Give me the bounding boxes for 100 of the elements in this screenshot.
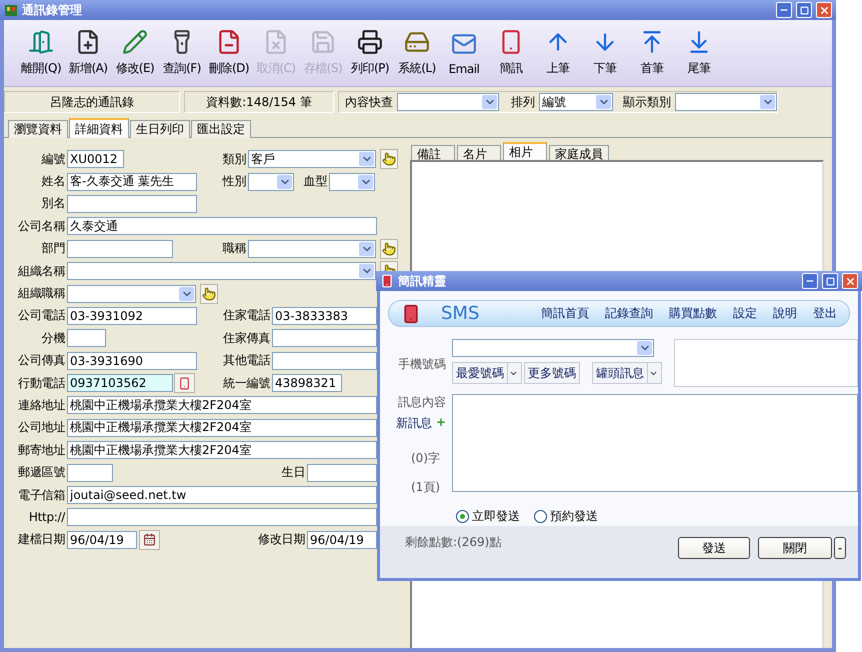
field-label: 姓名 <box>42 173 65 190</box>
field-label: 組織職稱 <box>18 285 65 302</box>
dropdown[interactable] <box>248 240 376 258</box>
close-button[interactable] <box>816 2 832 18</box>
toolbar-button[interactable]: 修改(E) <box>112 24 158 82</box>
input-field[interactable] <box>272 352 377 370</box>
nav-link[interactable]: 設定 <box>733 305 757 322</box>
input-field[interactable] <box>67 464 113 482</box>
tab[interactable]: 備註 <box>411 145 455 160</box>
input-field[interactable] <box>307 464 377 482</box>
tab[interactable]: 瀏覽資料 <box>8 120 68 138</box>
field-label: 編號 <box>42 150 65 168</box>
sort-label: 排列 <box>511 94 535 110</box>
input-field[interactable]: 桃園中正機場承攬業大樓2F204室 <box>67 396 377 414</box>
input-field[interactable] <box>67 240 173 258</box>
number-button[interactable]: 更多號碼 <box>524 362 580 384</box>
dialog-button[interactable]: - <box>834 537 846 559</box>
quick-search-dropdown[interactable] <box>397 93 499 111</box>
input-field[interactable] <box>67 329 106 348</box>
send-mode-radio[interactable]: 立即發送 <box>456 506 520 526</box>
toolbar-button[interactable]: Email <box>441 24 487 82</box>
toolbar-button[interactable]: 首筆 <box>629 24 675 82</box>
toolbar-button[interactable]: 刪除(D) <box>206 24 252 82</box>
dropdown[interactable] <box>67 284 196 303</box>
phone-button[interactable] <box>174 373 195 394</box>
field-label: 分機 <box>42 330 65 347</box>
nav-link[interactable]: 登出 <box>813 305 837 322</box>
toolbar-button[interactable]: 系統(L) <box>394 24 440 82</box>
picker-button[interactable] <box>200 284 218 304</box>
input-field[interactable]: joutai@seed.net.tw <box>67 486 377 504</box>
field-label: 公司電話 <box>18 307 65 324</box>
input-field[interactable]: 桃園中正機場承攬業大樓2F204室 <box>67 418 377 437</box>
field-label: 住家傳真 <box>223 330 270 347</box>
dropdown[interactable] <box>248 172 294 191</box>
toolbar-button[interactable]: 下筆 <box>582 24 628 82</box>
toolbar-button[interactable]: 簡訊 <box>488 24 534 82</box>
dropdown[interactable]: 客戶 <box>248 150 376 168</box>
dialog-button[interactable]: 關閉 <box>758 537 832 559</box>
nav-link[interactable]: 記錄查詢 <box>605 305 653 322</box>
quick-search-label: 內容快查 <box>345 94 393 110</box>
tab[interactable]: 生日列印 <box>130 120 190 138</box>
nav-link[interactable]: 購買點數 <box>669 305 717 322</box>
nav-link[interactable]: 說明 <box>773 305 797 322</box>
close-button[interactable] <box>842 273 858 289</box>
input-field[interactable]: 03-3833383 <box>272 306 377 325</box>
logo: SMS <box>441 303 480 324</box>
tab[interactable]: 詳細資料 <box>69 118 129 138</box>
input-field[interactable]: 桃園中正機場承攬業大樓2F204室 <box>67 441 377 460</box>
input-field[interactable] <box>67 194 197 213</box>
message-field[interactable] <box>452 394 858 492</box>
dropdown[interactable] <box>67 262 376 280</box>
toolbar-button[interactable]: 查詢(F) <box>159 24 205 82</box>
input-field[interactable]: 久泰交通 <box>67 217 377 236</box>
toolbar-button[interactable]: 列印(P) <box>347 24 393 82</box>
field-label: 血型 <box>304 173 327 190</box>
window-title: 通訊錄管理 <box>22 2 83 18</box>
input-field[interactable]: XU0012 <box>67 150 124 168</box>
minimize-button[interactable] <box>776 2 792 18</box>
toolbar-button[interactable]: 上筆 <box>535 24 581 82</box>
input-field[interactable]: 03-3931690 <box>67 352 197 370</box>
input-field[interactable]: 43898321 <box>272 374 342 392</box>
save-icon <box>310 29 336 55</box>
toolbar-button[interactable]: 新增(A) <box>65 24 111 82</box>
input-field[interactable]: 96/04/19 <box>67 530 137 549</box>
tab[interactable]: 名片 <box>457 145 501 160</box>
dialog-button[interactable]: 發送 <box>678 537 750 559</box>
phone-icon <box>178 376 191 390</box>
maximize-button[interactable] <box>796 2 812 18</box>
tab[interactable]: 相片 <box>503 142 547 160</box>
send-mode-radio[interactable]: 預約發送 <box>534 506 598 526</box>
radio-dot[interactable] <box>534 510 547 523</box>
minimize-button[interactable] <box>802 273 818 289</box>
calendar-button[interactable] <box>139 530 160 550</box>
maximize-button[interactable] <box>822 273 838 289</box>
maximize-icon <box>826 276 834 286</box>
toolbar-button[interactable]: 離開(Q) <box>18 24 64 82</box>
input-field[interactable] <box>67 508 377 526</box>
category-label: 顯示類別 <box>623 94 671 110</box>
input-field[interactable]: 客-久泰交通 葉先生 <box>67 172 197 191</box>
dropdown[interactable] <box>329 172 375 191</box>
picker-button[interactable] <box>380 238 398 259</box>
category-dropdown[interactable] <box>675 93 777 111</box>
picker-button[interactable] <box>380 149 398 170</box>
radio-dot[interactable] <box>456 510 469 523</box>
printer-icon <box>357 29 383 55</box>
input-field[interactable]: 96/04/19 <box>307 530 377 549</box>
number-button[interactable]: 罐頭訊息 <box>592 362 662 384</box>
tab[interactable]: 匯出設定 <box>191 120 251 138</box>
input-field[interactable]: 03-3931092 <box>67 306 197 325</box>
new-message-link[interactable]: 新訊息 <box>396 414 432 432</box>
input-field[interactable] <box>272 329 377 348</box>
number-button[interactable]: 最愛號碼 <box>452 362 522 384</box>
sort-dropdown[interactable]: 編號 <box>539 93 613 111</box>
tab[interactable]: 家庭成員 <box>549 145 609 160</box>
pointer-icon <box>202 286 216 301</box>
toolbar-button[interactable]: 尾筆 <box>676 24 722 82</box>
phone-number-dropdown[interactable] <box>452 339 654 357</box>
nav-link[interactable]: 簡訊首頁 <box>541 305 589 322</box>
input-field[interactable]: 0937103562 <box>67 374 173 392</box>
field-label: 住家電話 <box>223 307 270 324</box>
